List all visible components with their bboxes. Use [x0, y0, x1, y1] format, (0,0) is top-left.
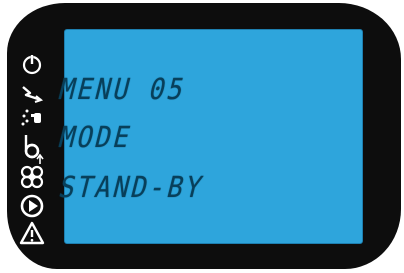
warning-icon — [19, 221, 45, 245]
drop-temperature-icon — [24, 135, 40, 159]
status-icon-column — [13, 53, 51, 249]
mode-label-text: MODE — [55, 120, 137, 154]
spray-icon — [21, 109, 41, 126]
mode-value-text: STAND-BY — [55, 170, 209, 204]
lightning-icon — [22, 86, 44, 103]
menu-number-text: MENU 05 — [55, 72, 191, 106]
power-icon — [22, 54, 42, 75]
arrow-up-icon — [36, 153, 44, 164]
fan-icon — [20, 165, 44, 189]
status-icons — [19, 54, 45, 245]
play-icon — [20, 194, 44, 218]
